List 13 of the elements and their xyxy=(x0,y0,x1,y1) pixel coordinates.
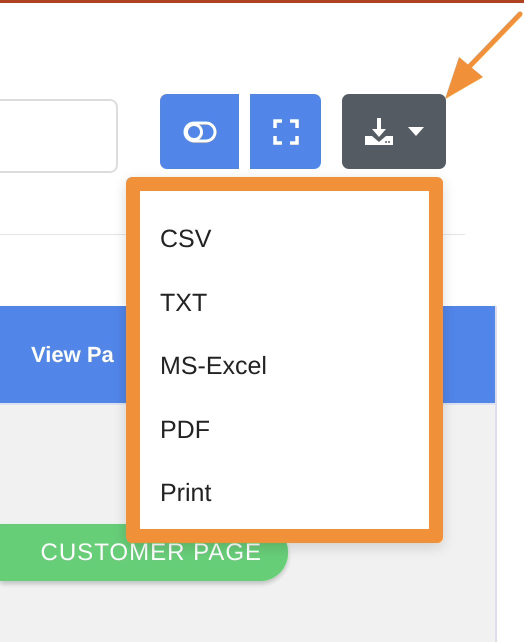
download-icon xyxy=(364,116,394,146)
search-field[interactable] xyxy=(0,99,118,173)
toggle-icon xyxy=(182,120,216,142)
menu-item[interactable]: MS-Excel xyxy=(140,338,429,402)
menu-item[interactable]: CSV xyxy=(140,211,429,275)
menu-item[interactable]: TXT xyxy=(140,274,429,338)
caret-icon xyxy=(408,127,424,136)
menu-item[interactable]: PDF xyxy=(140,402,429,466)
fullscreen-icon xyxy=(272,118,298,144)
column-header: View Pa xyxy=(31,342,114,368)
toggle-button[interactable] xyxy=(160,94,239,169)
fullscreen-button[interactable] xyxy=(250,94,321,169)
export-button[interactable] xyxy=(342,94,446,169)
